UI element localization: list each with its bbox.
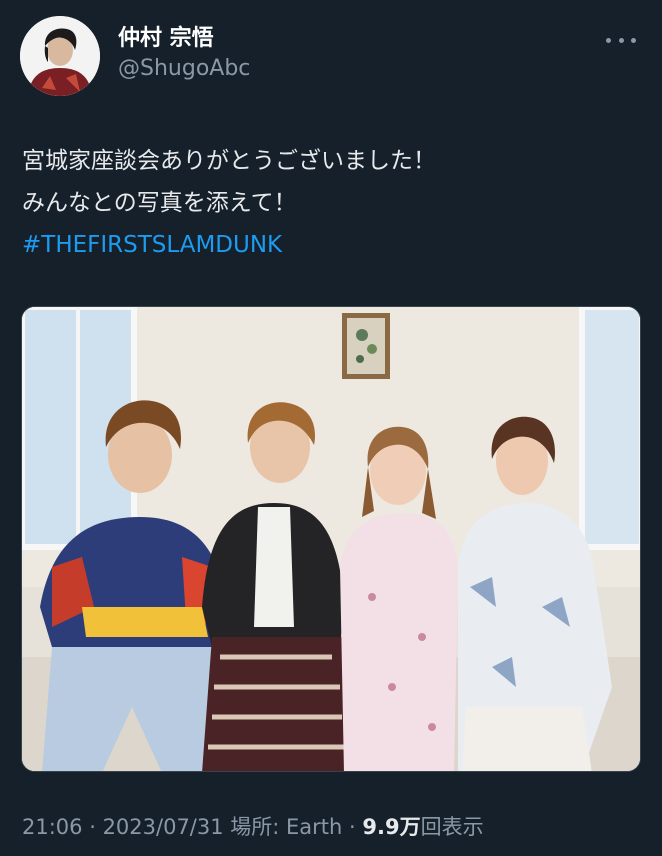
- meta-separator: ·: [342, 815, 363, 839]
- user-handle[interactable]: @ShugoAbc: [118, 54, 250, 84]
- tweet-time[interactable]: 21:06: [22, 815, 83, 839]
- more-dot: [606, 37, 611, 43]
- views-count: 9.9: [362, 815, 400, 839]
- tweet-meta: 21:06 · 2023/07/31 場所: Earth · 9.9万回表示: [22, 812, 484, 842]
- tweet-photo[interactable]: [21, 306, 641, 772]
- display-name[interactable]: 仲村 宗悟: [118, 24, 250, 54]
- avatar-image: [20, 16, 100, 96]
- meta-separator: ·: [82, 815, 103, 839]
- avatar[interactable]: [20, 16, 100, 96]
- hashtag-link[interactable]: #THEFIRSTSLAMDUNK: [22, 224, 642, 266]
- more-dot: [618, 37, 624, 43]
- tweet-location: 場所: Earth: [223, 815, 343, 839]
- views-label: 回表示: [420, 815, 484, 839]
- author-names: 仲村 宗悟 @ShugoAbc: [118, 24, 250, 84]
- tweet-body: 宮城家座談会ありがとうございました！ みんなとの写真を添えて！ #THEFIRS…: [22, 140, 642, 266]
- views-unit: 万: [399, 815, 421, 839]
- tweet-line-1: 宮城家座談会ありがとうございました！: [22, 148, 436, 174]
- tweet-date[interactable]: 2023/07/31: [103, 815, 224, 839]
- tweet-line-2: みんなとの写真を添えて！: [22, 190, 297, 216]
- group-photo-image: [22, 307, 640, 771]
- tweet-header: 仲村 宗悟 @ShugoAbc: [20, 16, 642, 96]
- more-options-icon[interactable]: [606, 30, 636, 50]
- more-dot: [631, 37, 636, 43]
